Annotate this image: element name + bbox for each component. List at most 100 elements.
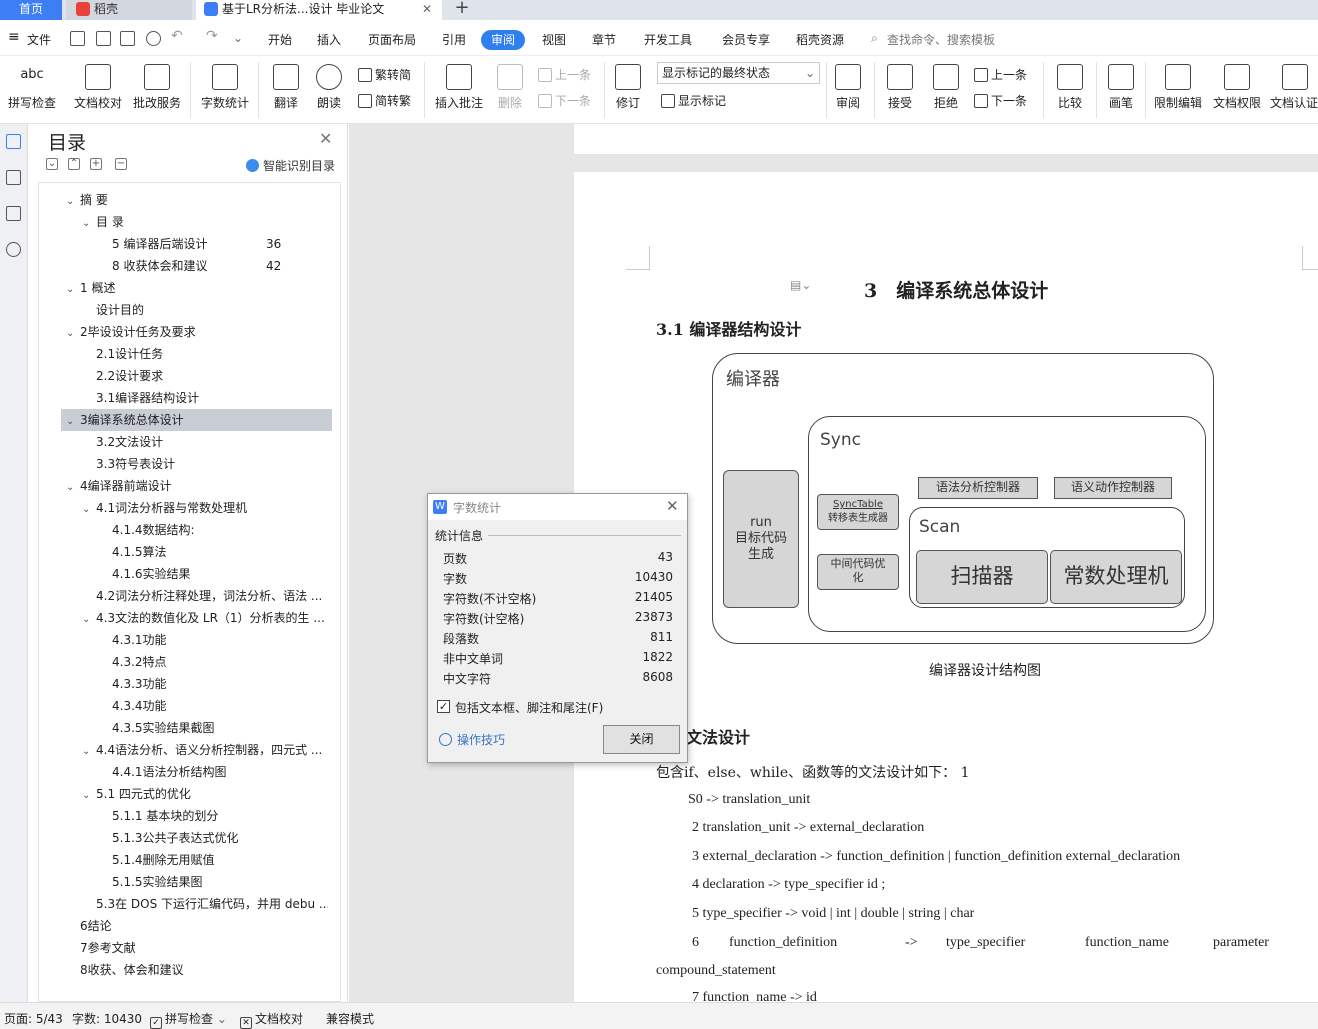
toc-item[interactable]: 6结论 [66, 915, 328, 937]
toc-item[interactable]: ⌄ 5.1 四元式的优化 [82, 783, 328, 805]
menu-daoke-resources[interactable]: 稻壳资源 [796, 31, 844, 48]
close-button[interactable]: 关闭 [603, 725, 680, 754]
doc-proof-status[interactable]: ✕ 文档校对 [240, 1010, 303, 1029]
print-icon[interactable] [120, 31, 135, 46]
accept-button[interactable]: 接受 [882, 64, 918, 110]
toc-item[interactable]: 4.3.2特点 [98, 651, 328, 673]
toc-item[interactable]: ⌄ 3编译系统总体设计 [66, 409, 328, 431]
tab-home[interactable]: 首页 [0, 0, 62, 20]
toc-item[interactable]: 5.1.3公共子表达式优化 [98, 827, 328, 849]
toc-item[interactable]: ⌄ 4编译器前端设计 [66, 475, 328, 497]
toc-item[interactable]: ⌄ 摘 要 [66, 189, 328, 211]
toc-item[interactable]: 3.2文法设计 [82, 431, 328, 453]
compare-button[interactable]: 比较 [1052, 64, 1088, 110]
quick-access-dropdown-icon[interactable]: ⌄ [233, 31, 243, 45]
toc-item[interactable]: 4.3.4功能 [98, 695, 328, 717]
bookmark-icon[interactable] [6, 206, 21, 221]
chevron-down-icon[interactable]: ⌄ [66, 279, 80, 299]
save-as-icon[interactable] [96, 31, 111, 46]
dialog-titlebar[interactable]: W 字数统计 ✕ [428, 494, 687, 520]
word-count-button[interactable]: 字数统计 [199, 64, 251, 110]
remove-heading-icon[interactable]: − [115, 158, 127, 170]
tab-document[interactable]: 基于LR分析法...设计 毕业论文 ✕ [196, 0, 442, 20]
toc-item[interactable]: 4.4.1语法分析结构图 [98, 761, 328, 783]
toc-item[interactable]: ⌄ 2毕设设计任务及要求 [66, 321, 328, 343]
spell-check-button[interactable]: abc 拼写检查 [4, 64, 60, 110]
toc-item[interactable]: 4.1.4数据结构: [98, 519, 328, 541]
review-pane-button[interactable]: 审阅 [830, 64, 866, 110]
delete-comment-button[interactable]: 删除 [492, 64, 528, 110]
find-icon[interactable] [6, 242, 21, 257]
pen-button[interactable]: 画笔 [1103, 64, 1139, 110]
spell-check-status[interactable]: ✓ 拼写检查 ⌄ [150, 1010, 227, 1029]
tips-link[interactable]: 操作技巧 [439, 731, 505, 748]
toc-item[interactable]: 3.3符号表设计 [82, 453, 328, 475]
prev-change-button[interactable]: 上一条 [974, 66, 1027, 83]
toc-item[interactable]: ⌄ 4.4语法分析、语义分析控制器，四元式 ... [82, 739, 328, 761]
toc-item[interactable]: 4.3.1功能 [98, 629, 328, 651]
toc-item[interactable]: 4.2词法分析注释处理，词法分析、语法 ... [82, 585, 328, 607]
toc-item[interactable]: 4.3.5实验结果截图 [98, 717, 328, 739]
menu-insert[interactable]: 插入 [317, 31, 341, 48]
insert-comment-button[interactable]: 插入批注 [432, 64, 486, 110]
chevron-down-icon[interactable]: ⌄ [82, 741, 96, 761]
toc-item[interactable]: ⌄ 4.3文法的数值化及 LR（1）分析表的生 ... [82, 607, 328, 629]
show-marks-button[interactable]: 显示标记 [661, 92, 726, 109]
toc-item[interactable]: ⌄ 1 概述 [66, 277, 328, 299]
menu-review[interactable]: 审阅 [481, 30, 525, 50]
prev-comment-button[interactable]: 上一条 [538, 66, 591, 83]
chevron-down-icon[interactable]: ⌄ [82, 609, 96, 629]
toc-item[interactable]: 设计目的 [82, 299, 328, 321]
menu-reference[interactable]: 引用 [442, 31, 466, 48]
revise-button[interactable]: 修订 [610, 64, 646, 110]
restrict-edit-button[interactable]: 限制编辑 [1152, 64, 1204, 110]
doc-permission-button[interactable]: 文档权限 [1211, 64, 1263, 110]
menu-start[interactable]: 开始 [268, 31, 292, 48]
menu-view[interactable]: 视图 [542, 31, 566, 48]
expand-up-icon[interactable]: ⌃ [68, 158, 80, 170]
command-search-input[interactable]: 查找命令、搜索模板 [887, 31, 995, 48]
toc-item[interactable]: 5.3在 DOS 下运行汇编代码，并用 debu ... [82, 893, 328, 915]
to-traditional-button[interactable]: 繁转简 [358, 66, 411, 83]
toc-item[interactable]: 5.1.5实验结果图 [98, 871, 328, 893]
chevron-down-icon[interactable]: ⌄ [66, 191, 80, 211]
toc-item[interactable]: 2.2设计要求 [82, 365, 328, 387]
print-preview-icon[interactable] [146, 31, 161, 46]
doc-auth-button[interactable]: 文档认证 [1270, 64, 1318, 110]
toc-panel-icon[interactable] [6, 134, 21, 149]
translate-button[interactable]: 翻译 [266, 64, 306, 110]
menu-file[interactable]: 文件 [27, 31, 51, 48]
menu-dev-tools[interactable]: 开发工具 [644, 31, 692, 48]
next-comment-button[interactable]: 下一条 [538, 92, 591, 109]
new-tab-button[interactable]: + [450, 0, 474, 20]
toc-item[interactable]: 4.3.3功能 [98, 673, 328, 695]
add-heading-icon[interactable]: + [90, 158, 102, 170]
toc-item[interactable]: 2.1设计任务 [82, 343, 328, 365]
doc-proof-button[interactable]: 文档校对 [72, 64, 124, 110]
chevron-down-icon[interactable]: ⌄ [82, 785, 96, 805]
menu-page-layout[interactable]: 页面布局 [368, 31, 416, 48]
paragraph-options-icon[interactable]: ▤⌄ [790, 278, 811, 292]
undo-icon[interactable]: ↶ [171, 28, 183, 44]
close-icon[interactable]: ✕ [319, 129, 332, 148]
save-icon[interactable] [70, 31, 85, 46]
toc-item[interactable]: 5.1.1 基本块的划分 [98, 805, 328, 827]
chevron-down-icon[interactable]: ⌄ [82, 213, 96, 233]
toc-item[interactable]: ⌄ 4.1词法分析器与常数处理机 [82, 497, 328, 519]
chevron-down-icon[interactable]: ⌄ [66, 477, 80, 497]
read-aloud-button[interactable]: 朗读 [311, 64, 347, 110]
include-textbox-label[interactable]: 包括文本框、脚注和尾注(F) [455, 699, 603, 716]
tab-daoke[interactable]: 稻壳 [66, 0, 192, 20]
tab-close-icon[interactable]: ✕ [422, 0, 432, 18]
toc-item[interactable]: 4.1.5算法 [98, 541, 328, 563]
toc-item[interactable]: 4.1.6实验结果 [98, 563, 328, 585]
smart-toc-button[interactable]: 智能识别目录 [246, 157, 335, 174]
toc-item[interactable]: 5 编译器后端设计 36 [98, 233, 328, 255]
to-simplified-button[interactable]: 简转繁 [358, 92, 411, 109]
redo-icon[interactable]: ↷ [206, 28, 218, 44]
batch-service-button[interactable]: 批改服务 [131, 64, 183, 110]
menu-member[interactable]: 会员专享 [722, 31, 770, 48]
hamburger-icon[interactable]: ≡ [8, 29, 20, 45]
toc-item[interactable]: 3.1编译器结构设计 [82, 387, 328, 409]
word-count-indicator[interactable]: 字数: 10430 [72, 1010, 142, 1027]
